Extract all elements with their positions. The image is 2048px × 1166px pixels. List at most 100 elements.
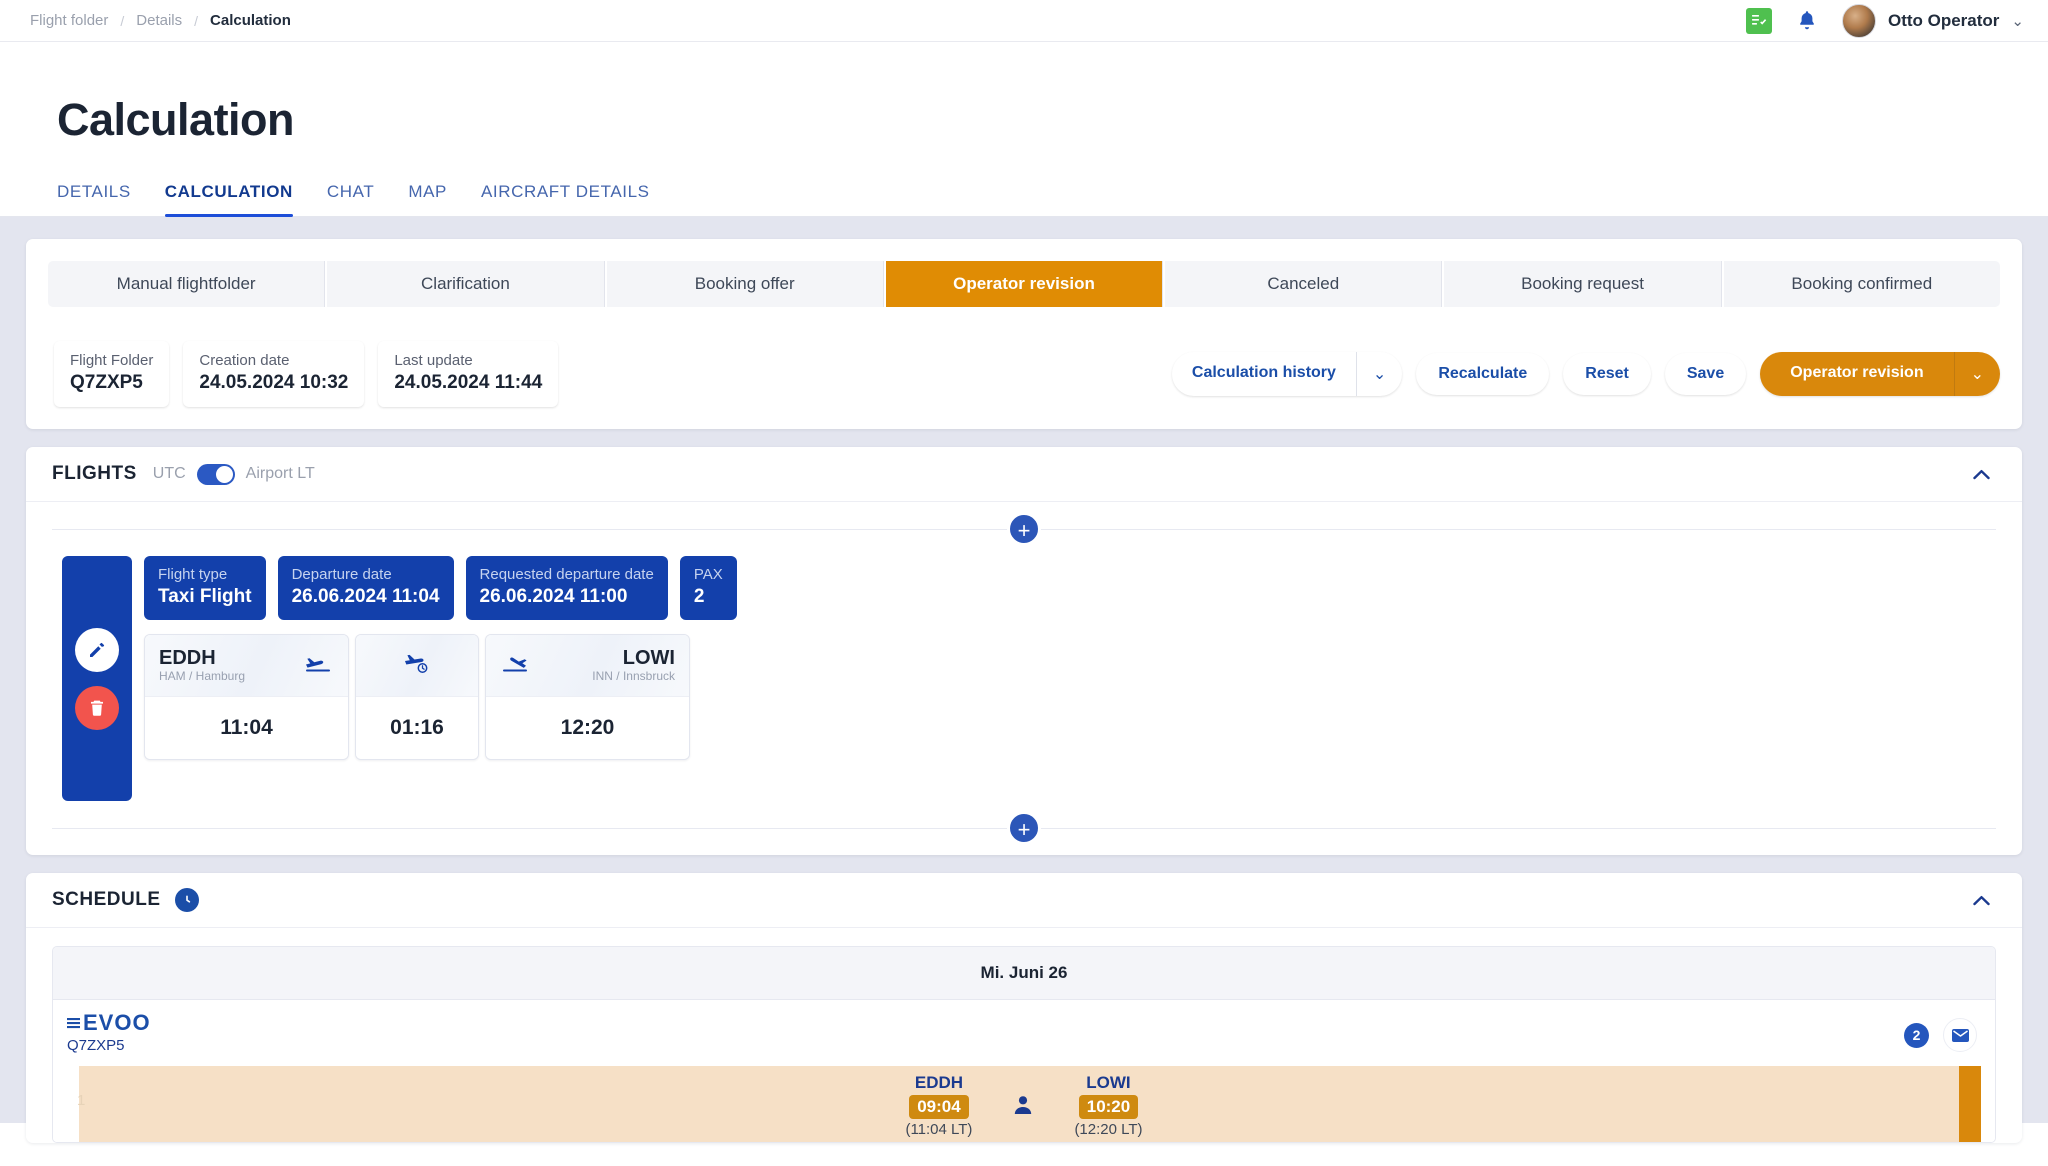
landing-icon [500, 652, 530, 679]
flight-chip-value: 2 [693, 586, 705, 607]
step-canceled[interactable]: Canceled [1165, 261, 1443, 307]
recalculate-button[interactable]: Recalculate [1416, 353, 1550, 395]
gantt-stop-origin: EDDH 09:04 (11:04 LT) [905, 1072, 972, 1139]
app-page: Flight folder / Details / Calculation Ot… [0, 0, 2048, 1166]
tab-aircraft-details[interactable]: AIRCRAFT DETAILS [481, 182, 650, 216]
chevron-down-icon[interactable]: ⌄ [1953, 352, 2000, 396]
status-stepper: Manual flightfolder Clarification Bookin… [26, 239, 2022, 319]
top-bar-actions: Otto Operator ⌄ [1745, 3, 2024, 38]
flight-folder-info-bar: Flight Folder Q7ZXP5 Creation date 24.05… [26, 319, 2022, 429]
flight-chip-requested-departure-date: Requested departure date 26.06.2024 11:0… [465, 556, 668, 620]
flight-chip-label: Requested departure date [479, 566, 654, 583]
toggle-knob [215, 465, 233, 483]
tab-chat[interactable]: CHAT [327, 182, 374, 216]
avatar [1841, 3, 1876, 38]
flight-chip-departure-date: Departure date 26.06.2024 11:04 [277, 556, 454, 620]
add-flight-button[interactable]: + [1007, 512, 1041, 546]
leg-duration: 01:16 [355, 634, 479, 760]
chevron-down-icon[interactable]: ⌄ [2011, 12, 2024, 30]
gantt-destination-local-time: (12:20 LT) [1074, 1120, 1143, 1138]
step-operator-revision[interactable]: Operator revision [885, 261, 1164, 307]
flight-chip-group: Flight type Taxi Flight Departure date 2… [144, 556, 1996, 620]
calculation-history-label[interactable]: Calculation history [1172, 352, 1356, 396]
info-chip-group: Flight Folder Q7ZXP5 Creation date 24.05… [54, 341, 559, 407]
flight-chip-flight-type: Flight type Taxi Flight [144, 556, 266, 620]
page-title: Calculation [57, 94, 295, 145]
operator-revision-button[interactable]: Operator revision ⌄ [1760, 352, 2000, 396]
flights-section: FLIGHTS UTC Airport LT + Flight type Tax… [26, 447, 2022, 855]
breadcrumb-separator: / [120, 12, 125, 29]
destination-airport: LOWI INN / Innsbruck [592, 647, 675, 684]
flights-section-body: + Flight type Taxi Flight Departure date… [26, 501, 2022, 855]
flight-chip-value: Taxi Flight [158, 586, 252, 607]
add-flight-button-bottom[interactable]: + [1007, 811, 1041, 845]
breadcrumb-item-details[interactable]: Details [136, 12, 182, 29]
operator-revision-label[interactable]: Operator revision [1760, 352, 1953, 396]
gantt-origin-local-time: (11:04 LT) [905, 1120, 973, 1138]
info-chip-last-update: Last update 24.05.2024 11:44 [378, 341, 559, 407]
schedule-section-body: Mi. Juni 26 EVOO Q7ZXP5 2 1 EDDH 09:04 (… [26, 927, 2022, 1143]
leg-destination-header: LOWI INN / Innsbruck [486, 635, 689, 697]
action-button-group: Calculation history ⌄ Recalculate Reset … [1171, 352, 2000, 396]
time-mode-toggle[interactable] [196, 463, 235, 485]
info-chip-value: 24.05.2024 10:32 [199, 372, 349, 393]
schedule-date-header: Mi. Juni 26 [53, 947, 1995, 999]
tab-map[interactable]: MAP [408, 182, 447, 216]
leg-destination[interactable]: LOWI INN / Innsbruck 12:20 [485, 634, 690, 760]
tab-calculation[interactable]: CALCULATION [164, 182, 294, 217]
schedule-section: SCHEDULE Mi. Juni 26 EVOO Q7ZXP5 2 1 EDD… [26, 873, 2022, 1143]
save-button[interactable]: Save [1664, 353, 1747, 395]
gantt-track: 1 EDDH 09:04 (11:04 LT) LOWI 10:20 (12:2… [67, 1066, 1981, 1142]
flight-chip-pax: PAX 2 [679, 556, 737, 620]
gantt-destination-time: 10:20 [1078, 1095, 1139, 1119]
gantt-destination-code: LOWI [1086, 1073, 1131, 1092]
info-chip-label: Creation date [199, 352, 290, 369]
flight-chip-label: Flight type [158, 566, 228, 583]
top-bar: Flight folder / Details / Calculation Ot… [0, 0, 2048, 42]
step-clarification[interactable]: Clarification [327, 261, 605, 307]
mail-icon[interactable] [1943, 1018, 1977, 1052]
content-canvas: Manual flightfolder Clarification Bookin… [0, 217, 2048, 1143]
info-chip-flight-folder: Flight Folder Q7ZXP5 [54, 341, 170, 407]
step-booking-request[interactable]: Booking request [1444, 261, 1722, 307]
checklist-icon[interactable] [1745, 7, 1772, 34]
reset-button[interactable]: Reset [1563, 353, 1651, 395]
info-chip-label: Last update [394, 352, 473, 369]
step-booking-confirmed[interactable]: Booking confirmed [1723, 261, 2000, 307]
origin-airport: EDDH HAM / Hamburg [159, 647, 245, 684]
delete-flight-button[interactable] [75, 686, 119, 730]
origin-airport-name: HAM / Hamburg [159, 669, 246, 684]
clock-icon [174, 888, 199, 912]
flight-leg-group: EDDH HAM / Hamburg 11:04 01:16 LOWI INN … [144, 634, 1996, 760]
toggle-label-utc: UTC [152, 465, 186, 482]
user-menu[interactable]: Otto Operator ⌄ [1841, 3, 2024, 38]
operator-logo: EVOO [67, 1010, 1981, 1036]
schedule-row: EVOO Q7ZXP5 2 1 EDDH 09:04 (11:04 LT) LO… [53, 999, 1995, 1142]
bell-icon[interactable] [1794, 8, 1820, 34]
step-manual-flightfolder[interactable]: Manual flightfolder [48, 261, 326, 307]
status-badge[interactable]: 2 [1904, 1022, 1929, 1048]
add-flight-row-top: + [26, 502, 2022, 556]
chevron-down-icon[interactable]: ⌄ [1355, 352, 1402, 396]
schedule-section-title: SCHEDULE [52, 889, 161, 910]
chevron-up-icon[interactable] [1966, 885, 1996, 915]
flight-chip-value: 26.06.2024 11:04 [291, 586, 440, 607]
edit-flight-button[interactable] [75, 628, 119, 672]
info-chip-label: Flight Folder [70, 352, 154, 369]
tab-details[interactable]: DETAILS [57, 182, 131, 216]
origin-time: 11:04 [145, 697, 348, 759]
chevron-up-icon[interactable] [1966, 459, 1996, 489]
gantt-origin-time: 09:04 [909, 1095, 969, 1119]
destination-airport-code: LOWI [622, 647, 675, 670]
breadcrumb-item-flight-folder[interactable]: Flight folder [30, 12, 108, 29]
destination-time: 12:20 [486, 697, 689, 759]
schedule-section-header: SCHEDULE [26, 873, 2022, 927]
leg-origin[interactable]: EDDH HAM / Hamburg 11:04 [144, 634, 349, 760]
calculation-history-button[interactable]: Calculation history ⌄ [1171, 352, 1403, 396]
breadcrumb-separator: / [194, 12, 199, 29]
step-booking-offer[interactable]: Booking offer [606, 261, 884, 307]
flight-details: Flight type Taxi Flight Departure date 2… [132, 556, 1996, 801]
flight-entry: Flight type Taxi Flight Departure date 2… [26, 556, 2022, 801]
add-flight-row-bottom: + [26, 801, 2022, 855]
tab-bar: DETAILS CALCULATION CHAT MAP AIRCRAFT DE… [0, 146, 2048, 217]
